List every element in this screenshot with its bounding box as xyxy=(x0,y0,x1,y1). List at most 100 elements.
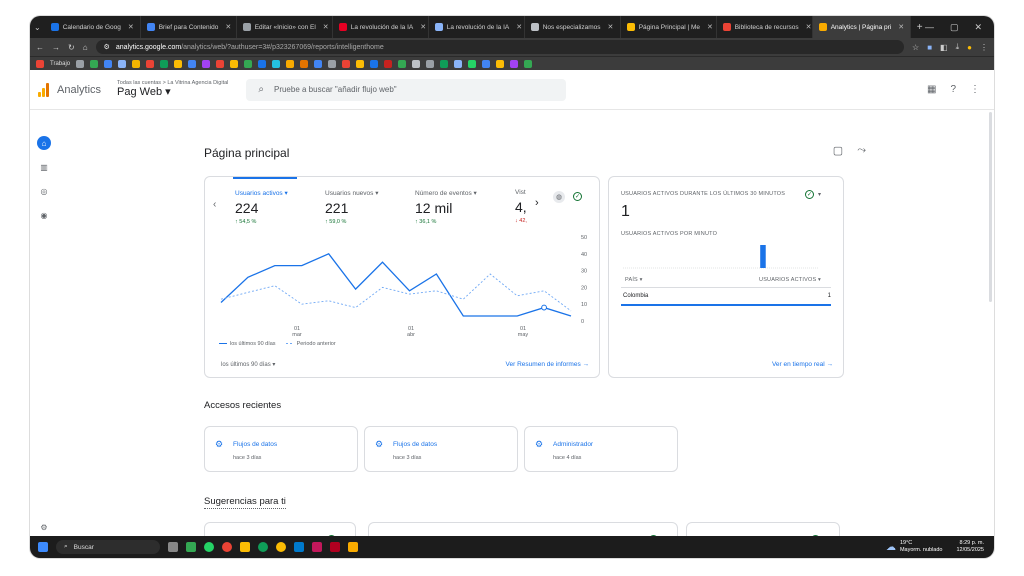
tab-close-icon[interactable]: ✕ xyxy=(420,23,426,31)
bookmark-icon[interactable] xyxy=(356,59,365,68)
site-info-icon[interactable]: ⚙ xyxy=(104,43,110,51)
bookmark-trabajo[interactable]: Trabajo xyxy=(50,61,70,67)
apps-grid-icon[interactable]: ▦ xyxy=(927,84,936,95)
metric-tab[interactable]: Usuarios activos ▾ 224 ↑ 54,5 % xyxy=(235,189,288,225)
explore-nav-icon[interactable]: ◎ xyxy=(37,184,51,198)
prev-metrics-icon[interactable]: ‹ xyxy=(213,199,216,210)
extensions-icon[interactable]: ■ xyxy=(927,43,932,52)
tab-close-icon[interactable]: ✕ xyxy=(323,23,329,31)
bookmark-icon[interactable] xyxy=(174,59,183,68)
maximize-icon[interactable]: ▢ xyxy=(950,22,959,33)
tab-close-icon[interactable]: ✕ xyxy=(707,23,713,31)
edge-icon[interactable] xyxy=(258,542,268,552)
bookmark-icon[interactable] xyxy=(104,59,113,68)
tab-close-icon[interactable]: ✕ xyxy=(806,23,812,31)
reports-nav-icon[interactable]: ▥ xyxy=(37,160,51,174)
insights-icon[interactable]: ⤳ xyxy=(857,144,866,157)
browser-tab[interactable]: Analytics | Página pri ✕ xyxy=(812,16,911,38)
whatsapp-icon[interactable] xyxy=(204,542,214,552)
bookmark-icon[interactable] xyxy=(300,59,309,68)
view-reports-link[interactable]: Ver Resumen de informes → xyxy=(506,361,589,368)
bookmark-icon[interactable] xyxy=(454,59,463,68)
task-view-icon[interactable] xyxy=(168,542,178,552)
profile-avatar[interactable]: ● xyxy=(967,43,972,52)
metric-tab[interactable]: Usuarios nuevos ▾ 221 ↑ 59,0 % xyxy=(325,189,378,225)
recent-item-card[interactable]: ⚙ Administrador hace 4 días xyxy=(524,426,678,472)
bookmark-icon[interactable] xyxy=(468,59,477,68)
tab-close-icon[interactable]: ✕ xyxy=(225,23,231,31)
browser-tab[interactable]: Biblioteca de recursos ✕ xyxy=(717,16,813,38)
country-column-header[interactable]: PAÍS ▾ xyxy=(625,277,643,283)
bookmark-icon[interactable] xyxy=(146,59,155,68)
file-explorer-icon[interactable] xyxy=(240,542,250,552)
metric-tab[interactable]: Número de eventos ▾ 12 mil ↑ 36,1 % xyxy=(415,189,477,225)
browser-tab[interactable]: Calendario de Goog ✕ xyxy=(45,16,141,38)
bookmark-icon[interactable] xyxy=(118,59,127,68)
reload-icon[interactable]: ↻ xyxy=(68,43,75,52)
chrome-icon[interactable] xyxy=(276,542,286,552)
bookmark-icon[interactable] xyxy=(188,59,197,68)
tab-close-icon[interactable]: ✕ xyxy=(898,23,904,31)
bookmark-icon[interactable] xyxy=(258,59,267,68)
bookmark-icon[interactable] xyxy=(510,59,519,68)
sticky-notes-icon[interactable] xyxy=(348,542,358,552)
download-icon[interactable]: ⤓ xyxy=(956,42,960,52)
bookmark-icon[interactable] xyxy=(328,59,337,68)
bookmark-icon[interactable] xyxy=(230,59,239,68)
bookmark-icon[interactable] xyxy=(384,59,393,68)
system-clock[interactable]: 8:29 p. m. 12/05/2025 xyxy=(956,540,984,553)
recent-item-card[interactable]: ⚙ Flujos de datos hace 3 días xyxy=(204,426,358,472)
bookmark-icon[interactable] xyxy=(426,59,435,68)
bookmark-icon[interactable] xyxy=(496,59,505,68)
acrobat-icon[interactable] xyxy=(330,542,340,552)
view-realtime-link[interactable]: Ver en tiempo real → xyxy=(772,361,833,368)
bookmark-icon[interactable] xyxy=(286,59,295,68)
minimize-icon[interactable]: — xyxy=(925,22,934,33)
next-metrics-icon[interactable]: › xyxy=(535,197,539,209)
opera-icon[interactable] xyxy=(222,542,232,552)
realtime-dropdown-icon[interactable]: ▾ xyxy=(818,191,821,198)
tab-close-icon[interactable]: ✕ xyxy=(128,23,134,31)
tab-search-icon[interactable]: ⌄ xyxy=(34,23,41,32)
search-input[interactable]: ⌕ Pruebe a buscar "añadir flujo web" xyxy=(246,78,567,101)
start-icon[interactable] xyxy=(38,542,48,552)
browser-tab[interactable]: La revolución de la IA ✕ xyxy=(429,16,525,38)
bookmark-icon[interactable] xyxy=(398,59,407,68)
vscode-icon[interactable] xyxy=(294,542,304,552)
widgets-icon[interactable] xyxy=(186,542,196,552)
browser-tab[interactable]: Brief para Contenido ✕ xyxy=(141,16,237,38)
url-field[interactable]: ⚙ analytics.google.com/analytics/web/?au… xyxy=(95,40,905,54)
date-range-select[interactable]: los últimos 90 días ▾ xyxy=(221,361,275,368)
bookmark-icon[interactable] xyxy=(524,59,533,68)
bookmark-icon[interactable] xyxy=(440,59,449,68)
bookmark-icon[interactable] xyxy=(272,59,281,68)
bookmark-icon[interactable] xyxy=(216,59,225,68)
bookmark-icon[interactable] xyxy=(76,59,85,68)
home-icon[interactable]: ⌂ xyxy=(83,43,88,52)
status-check-icon[interactable]: ✓ xyxy=(573,192,582,201)
customize-icon[interactable]: ▢ xyxy=(833,144,843,157)
hover-point[interactable] xyxy=(541,304,547,311)
puzzle-icon[interactable]: ◧ xyxy=(940,43,948,52)
help-icon[interactable]: ? xyxy=(950,84,956,95)
bookmark-icon[interactable] xyxy=(412,59,421,68)
menu-icon[interactable]: ⋮ xyxy=(980,43,988,52)
table-row[interactable]: Colombia 1 xyxy=(621,293,831,306)
users-column-header[interactable]: USUARIOS ACTIVOS ▾ xyxy=(759,277,821,283)
browser-tab[interactable]: La revolución de la IA ✕ xyxy=(333,16,429,38)
page-scrollbar[interactable] xyxy=(989,112,992,302)
bookmark-icon[interactable] xyxy=(342,59,351,68)
suggestion-card[interactable]: Sesiones▾ por Grupo de canales p... ▾✓▾ xyxy=(686,522,840,536)
browser-tab[interactable]: Nos especializamos ✕ xyxy=(525,16,621,38)
forward-icon[interactable]: → xyxy=(52,43,60,52)
bookmark-icon[interactable] xyxy=(314,59,323,68)
minute-bar[interactable] xyxy=(760,245,766,268)
tab-close-icon[interactable]: ✕ xyxy=(516,23,522,31)
realtime-status-icon[interactable]: ✓ xyxy=(805,190,814,199)
browser-tab[interactable]: Página Principal | Me ✕ xyxy=(621,16,717,38)
new-tab-icon[interactable]: + xyxy=(917,22,923,33)
bookmark-icon[interactable] xyxy=(244,59,253,68)
bookmark-icon[interactable] xyxy=(132,59,141,68)
bookmark-icon[interactable] xyxy=(160,59,169,68)
more-icon[interactable]: ⋮ xyxy=(970,84,980,95)
